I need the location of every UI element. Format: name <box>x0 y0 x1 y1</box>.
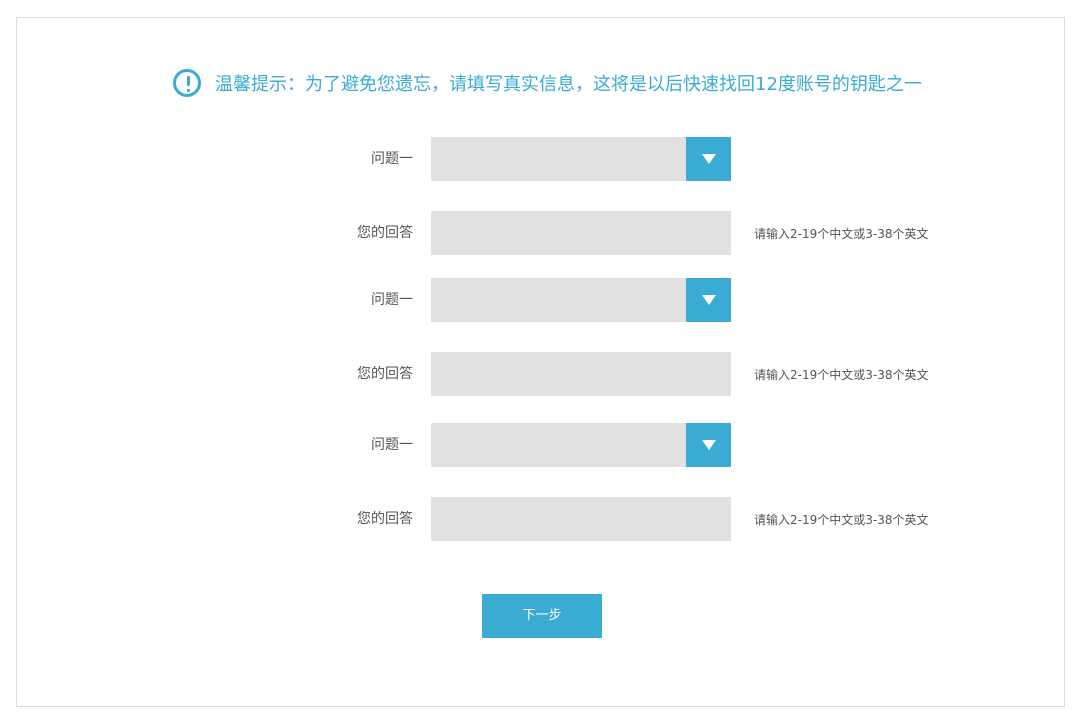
question-select-2[interactable] <box>431 278 731 322</box>
notice-banner: 温馨提示：为了避免您遗忘，请填写真实信息，这将是以后快速找回12度账号的钥匙之一 <box>173 66 922 100</box>
answer-input-1[interactable] <box>431 211 731 255</box>
answer-label: 您的回答 <box>357 511 413 527</box>
answer-row-1: 您的回答 请输入2-19个中文或3-38个英文 <box>0 211 1083 255</box>
answer-row-2: 您的回答 请输入2-19个中文或3-38个英文 <box>0 352 1083 396</box>
question-row-1: 问题一 <box>0 137 1083 181</box>
answer-input-3[interactable] <box>431 497 731 541</box>
question-row-3: 问题一 <box>0 423 1083 467</box>
notice-text: 温馨提示：为了避免您遗忘，请填写真实信息，这将是以后快速找回12度账号的钥匙之一 <box>215 74 922 95</box>
question-label: 问题一 <box>371 151 413 167</box>
answer-hint: 请输入2-19个中文或3-38个英文 <box>754 227 929 241</box>
dropdown-toggle[interactable] <box>686 423 731 467</box>
question-select-3[interactable] <box>431 423 731 467</box>
answer-hint: 请输入2-19个中文或3-38个英文 <box>754 368 929 382</box>
exclamation-circle-icon <box>173 69 201 97</box>
answer-row-3: 您的回答 请输入2-19个中文或3-38个英文 <box>0 497 1083 541</box>
triangle-down-icon <box>702 295 716 305</box>
next-step-button[interactable]: 下一步 <box>482 594 602 638</box>
answer-label: 您的回答 <box>357 225 413 241</box>
question-row-2: 问题一 <box>0 278 1083 322</box>
dropdown-toggle[interactable] <box>686 137 731 181</box>
question-label: 问题一 <box>371 437 413 453</box>
dropdown-toggle[interactable] <box>686 278 731 322</box>
triangle-down-icon <box>702 440 716 450</box>
question-label: 问题一 <box>371 292 413 308</box>
answer-label: 您的回答 <box>357 366 413 382</box>
triangle-down-icon <box>702 154 716 164</box>
question-select-1[interactable] <box>431 137 731 181</box>
answer-input-2[interactable] <box>431 352 731 396</box>
answer-hint: 请输入2-19个中文或3-38个英文 <box>754 513 929 527</box>
